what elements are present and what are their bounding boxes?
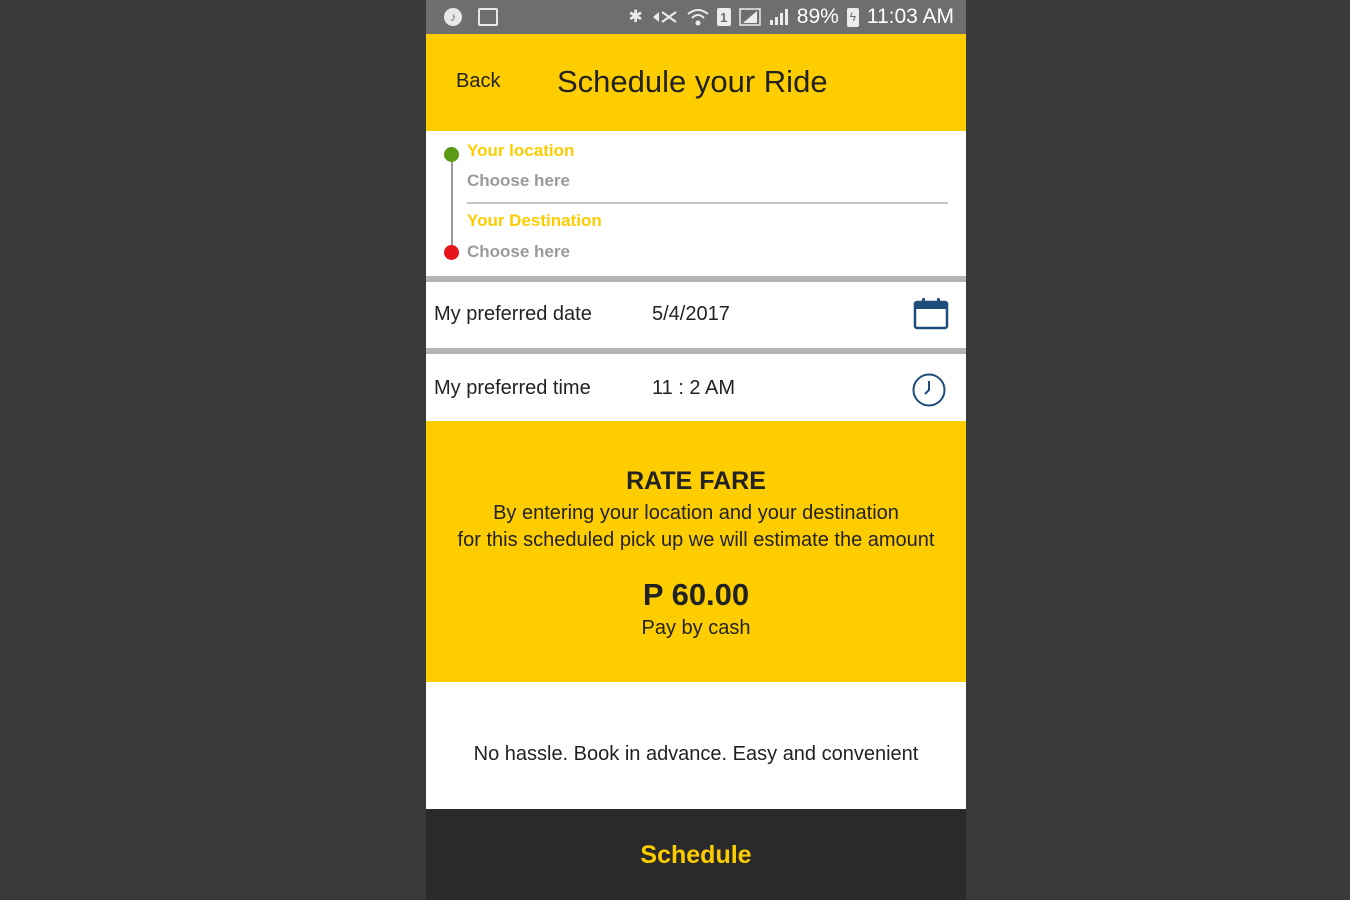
page-title: Schedule your Ride: [557, 64, 828, 99]
fare-amount: P 60.00: [642, 577, 750, 612]
tagline-area: No hassle. Book in advance. Easy and con…: [426, 682, 966, 809]
route-line: [451, 153, 453, 253]
fare-description: for this scheduled pick up we will estim…: [457, 529, 935, 551]
tagline: No hassle. Book in advance. Easy and con…: [473, 743, 919, 765]
phone-screen: ♪ ✱ 1 89% ϟ 11:03 AM Back Schedule your …: [426, 0, 966, 900]
time-row[interactable]: My preferred time 11 : 2 AM: [426, 354, 966, 421]
fare-description: By entering your location and your desti…: [493, 502, 899, 524]
fare-panel: RATE FARE By entering your location and …: [426, 421, 966, 682]
fare-title: RATE FARE: [626, 467, 766, 495]
date-row[interactable]: My preferred date 5/4/2017: [426, 282, 966, 348]
destination-label: Your Destination: [467, 211, 602, 230]
time-label: My preferred time: [434, 377, 591, 399]
status-bar: ♪ ✱ 1 89% ϟ 11:03 AM: [426, 0, 966, 34]
battery-percent: 89%: [796, 5, 839, 28]
app-header: Back Schedule your Ride: [426, 34, 966, 131]
signal-icon: [739, 8, 761, 26]
battery-charging-icon: ϟ: [846, 7, 859, 27]
signal-icon: [769, 8, 789, 26]
status-time: 11:03 AM: [866, 5, 954, 28]
music-icon: ♪: [444, 8, 462, 26]
destination-marker-icon: [444, 245, 459, 260]
mute-icon: [651, 8, 679, 26]
origin-label: Your location: [467, 141, 575, 160]
divider: [467, 202, 948, 204]
date-value[interactable]: 5/4/2017: [652, 303, 730, 326]
origin-marker-icon: [444, 147, 459, 162]
route-picker: Your location Choose here Your Destinati…: [426, 131, 966, 276]
bluetooth-icon: ✱: [628, 7, 643, 26]
back-button[interactable]: Back: [456, 70, 500, 93]
calendar-icon[interactable]: [913, 297, 949, 335]
image-icon: [478, 8, 498, 26]
time-value[interactable]: 11 : 2 AM: [652, 377, 735, 400]
payment-method: Pay by cash: [641, 617, 751, 639]
clock-icon[interactable]: [911, 372, 947, 413]
destination-field[interactable]: Choose here: [467, 242, 570, 262]
wifi-icon: [687, 7, 709, 27]
schedule-button-label: Schedule: [640, 841, 752, 869]
schedule-button[interactable]: Schedule: [426, 809, 966, 900]
sim-icon: 1: [716, 8, 731, 26]
date-label: My preferred date: [434, 303, 592, 325]
origin-field[interactable]: Choose here: [467, 171, 570, 191]
